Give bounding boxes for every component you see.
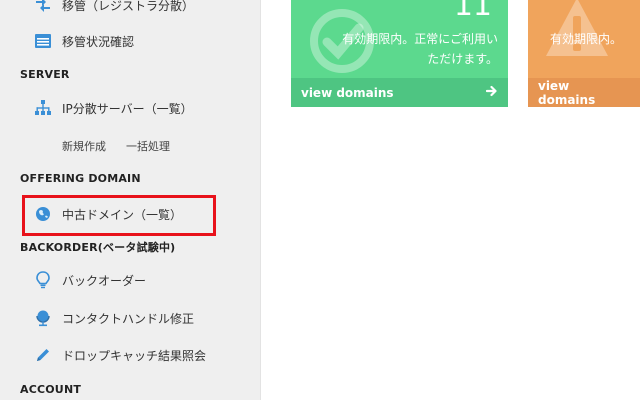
globe-icon bbox=[34, 205, 52, 223]
domains-active-panel: 11 有効期限内。正常にご利用い ただけます。 view domains bbox=[291, 0, 508, 107]
panel-message-line: ただけます。 bbox=[427, 52, 498, 66]
transfer-arrows-icon bbox=[34, 0, 52, 14]
sidebar-item-transfer-status[interactable]: 移管状況確認 bbox=[34, 29, 134, 53]
section-heading-account: ACCOUNT bbox=[20, 383, 82, 396]
view-domains-link[interactable]: view domains bbox=[528, 78, 640, 107]
view-domains-label: view domains bbox=[538, 78, 596, 107]
sidebar-item-ip-servers[interactable]: IP分散サーバー（一覧） bbox=[34, 96, 193, 120]
list-window-icon bbox=[34, 32, 52, 50]
panel-body: 11 有効期限内。正常にご利用い ただけます。 bbox=[291, 0, 508, 78]
arrow-right-icon bbox=[485, 85, 498, 100]
sidebar-item-backorder[interactable]: バックオーダー bbox=[34, 268, 146, 292]
sidebar-item-contact-handle[interactable]: コンタクトハンドル修正 bbox=[34, 306, 194, 330]
sidebar-item-label: コンタクトハンドル修正 bbox=[62, 311, 195, 326]
panel-body: 有効期限内。 bbox=[528, 0, 640, 78]
panel-count: 11 bbox=[453, 0, 492, 23]
view-domains-link[interactable]: view domains bbox=[291, 78, 508, 107]
sidebar-item-label: ドロップキャッチ結果照会 bbox=[62, 348, 207, 363]
sidebar-item-dropcatch-results[interactable]: ドロップキャッチ結果照会 bbox=[34, 343, 206, 367]
view-domains-label: view domains bbox=[301, 85, 394, 100]
domains-expiring-panel: 有効期限内。 view domains bbox=[528, 0, 640, 107]
subitem-create-new[interactable]: 新規作成 bbox=[62, 138, 106, 154]
sidebar: 移管（レジストラ分散） 移管状況確認 SERVER IP分散サーバー（一覧） 新… bbox=[0, 0, 261, 400]
sidebar-item-label: 移管（レジストラ分散） bbox=[62, 0, 195, 13]
sidebar-item-label: IP分散サーバー（一覧） bbox=[62, 101, 193, 116]
section-heading-backorder: BACKORDER(ベータ試験中) bbox=[20, 241, 176, 254]
panel-message-line: 有効期限内。 bbox=[550, 32, 623, 46]
sidebar-item-label: バックオーダー bbox=[62, 273, 147, 288]
sidebar-item-label: 移管状況確認 bbox=[62, 34, 135, 49]
globe-stand-icon bbox=[34, 309, 52, 327]
lightbulb-icon bbox=[34, 271, 52, 289]
section-heading-server: SERVER bbox=[20, 68, 70, 81]
pencil-icon bbox=[34, 346, 52, 364]
sidebar-item-used-domains[interactable]: 中古ドメイン（一覧） bbox=[34, 202, 182, 226]
section-heading-offering-domain: OFFERING DOMAIN bbox=[20, 172, 141, 185]
panel-message: 有効期限内。正常にご利用い ただけます。 bbox=[298, 29, 498, 69]
sidebar-item-label: 中古ドメイン（一覧） bbox=[62, 207, 183, 222]
subitem-batch-process[interactable]: 一括処理 bbox=[126, 138, 170, 154]
network-tree-icon bbox=[34, 99, 52, 117]
sidebar-item-transfer[interactable]: 移管（レジストラ分散） bbox=[34, 0, 194, 17]
panel-message: 有効期限内。 bbox=[550, 29, 622, 49]
panel-message-line: 有効期限内。正常にご利用い bbox=[342, 32, 498, 46]
